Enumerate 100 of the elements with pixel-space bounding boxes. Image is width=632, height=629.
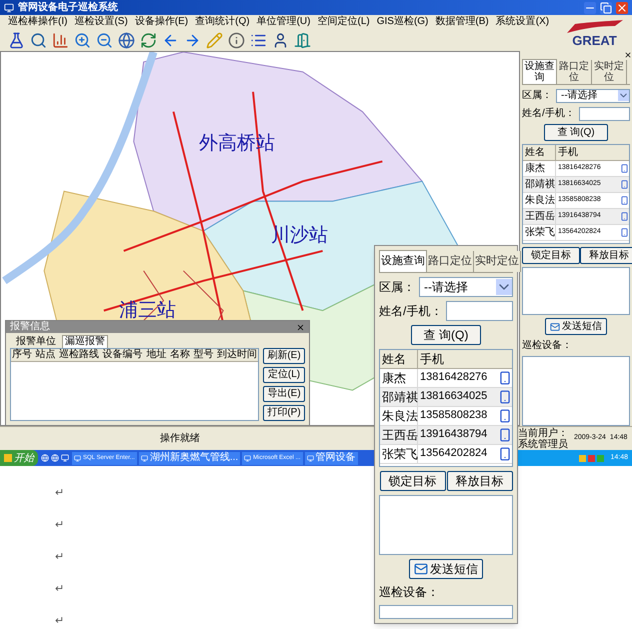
close-icon[interactable] — [296, 322, 305, 332]
window-icon — [74, 454, 81, 462]
district-select[interactable]: --请选择 — [419, 276, 513, 296]
device-label: 巡检设备： — [379, 584, 440, 600]
name-cell: 王西岳 — [523, 209, 556, 224]
phone-icon[interactable] — [498, 408, 512, 422]
refresh-icon[interactable] — [140, 32, 157, 48]
menu-item[interactable]: 单位管理(U) — [256, 17, 310, 27]
dialog-button[interactable]: 定位(L) — [263, 367, 305, 383]
query-button[interactable]: 查 询(Q) — [544, 124, 608, 141]
phone-icon[interactable] — [620, 228, 629, 237]
dropdown-icon — [496, 278, 512, 294]
menu-item[interactable]: 巡检棒操作(I) — [8, 17, 68, 27]
flask-icon[interactable] — [8, 32, 25, 48]
quick-launch-icon[interactable] — [51, 454, 59, 462]
search-icon[interactable] — [30, 32, 47, 48]
phone-icon[interactable] — [498, 446, 512, 460]
panel-tab[interactable]: 路口定位 — [427, 251, 474, 272]
phone-icon[interactable] — [620, 180, 629, 189]
phone-icon[interactable] — [620, 196, 629, 205]
menu-item[interactable]: 数据管理(B) — [435, 17, 489, 27]
globe-icon[interactable] — [118, 32, 135, 48]
name-cell: 张荣飞 — [523, 225, 556, 240]
dialog-tab[interactable]: 报警单位 — [14, 335, 58, 348]
phone-cell-text: 13585808238 — [419, 408, 488, 424]
phone-cell-text: 13564202824 — [419, 446, 488, 462]
message-field[interactable] — [379, 494, 513, 554]
send-sms-button[interactable]: 发送短信 — [409, 558, 483, 578]
phone-icon[interactable] — [498, 390, 512, 404]
panel-tab[interactable]: 实时定位 — [474, 251, 521, 272]
phone-cell-text: 13816428276 — [419, 370, 488, 386]
info-icon[interactable] — [228, 32, 245, 48]
phone-icon[interactable] — [620, 212, 629, 221]
column-header: 手机 — [557, 146, 579, 160]
column-header: 地址 — [145, 349, 168, 361]
menu-item[interactable]: GIS巡检(G) — [376, 17, 428, 27]
window-icon — [244, 454, 252, 462]
minimize-button[interactable] — [584, 2, 596, 14]
window-icon — [140, 454, 148, 462]
paragraph-mark: ↵ — [55, 486, 64, 500]
name-cell: 邵靖祺 — [380, 388, 418, 406]
zoom-in-icon[interactable] — [74, 32, 91, 48]
column-header: 站点 — [34, 349, 57, 361]
column-header: 型号 — [192, 349, 214, 361]
dialog-button[interactable]: 导出(E) — [263, 386, 305, 402]
panel-tab[interactable]: 实时定位 — [592, 60, 627, 84]
menu-item[interactable]: 系统设置(X) — [496, 17, 550, 27]
menu-item[interactable]: 设备操作(E) — [134, 17, 188, 27]
start-button[interactable]: 开始 — [0, 450, 38, 466]
dialog-button[interactable]: 刷新(E) — [263, 348, 305, 364]
release-target-button[interactable]: 释放目标 — [446, 470, 512, 490]
bar-chart-icon[interactable] — [52, 32, 69, 48]
close-icon[interactable] — [624, 51, 632, 59]
name-phone-label: 姓名/手机： — [379, 302, 442, 320]
quick-launch-icon[interactable] — [41, 454, 49, 462]
column-header: 名称 — [168, 349, 191, 361]
panel-tab[interactable]: 设施查询 — [379, 250, 427, 272]
window-icon — [306, 454, 314, 462]
dialog-title: 报警信息 — [10, 322, 50, 332]
dropdown-icon — [618, 90, 629, 101]
message-field[interactable] — [522, 267, 630, 315]
lock-target-button[interactable]: 锁定目标 — [380, 470, 446, 490]
taskbar-task[interactable]: 管网设备 — [304, 452, 358, 464]
menu-item[interactable]: 巡检设置(S) — [74, 17, 128, 27]
name-cell: 朱良法 — [523, 193, 556, 208]
dialog-button[interactable]: 打印(P) — [263, 405, 305, 421]
name-cell: 张荣飞 — [380, 444, 418, 462]
panel-tab[interactable]: 路口定位 — [557, 60, 592, 84]
paragraph-mark: ↵ — [55, 518, 64, 532]
menu-item[interactable]: 空间定位(L) — [317, 17, 370, 27]
name-cell: 邵靖祺 — [523, 177, 556, 192]
phone-icon[interactable] — [498, 428, 512, 442]
restore-button[interactable] — [600, 2, 612, 14]
column-header: 姓名 — [380, 350, 418, 368]
name-phone-field[interactable] — [578, 106, 630, 120]
phone-icon[interactable] — [620, 164, 629, 173]
menu-item[interactable]: 查询统计(Q) — [195, 17, 250, 27]
logo-swoosh-icon — [564, 20, 625, 34]
paragraph-mark: ↵ — [55, 614, 64, 628]
name-phone-field[interactable] — [446, 300, 513, 320]
close-button[interactable] — [616, 2, 628, 14]
current-user: 当前用户：系统管理员 — [518, 428, 569, 450]
taskbar-task[interactable]: 湖州新奥燃气管线... — [138, 452, 240, 464]
send-sms-button[interactable]: 发送短信 — [545, 318, 607, 335]
zoom-out-icon[interactable] — [96, 32, 113, 48]
user-icon[interactable] — [272, 32, 289, 48]
column-header: 姓名 — [523, 145, 556, 160]
app-icon — [4, 2, 14, 12]
logo-text: GREAT — [572, 34, 617, 46]
lock-target-button[interactable]: 锁定目标 — [522, 247, 580, 264]
dialog-tab[interactable]: 漏巡报警 — [62, 335, 108, 348]
paragraph-mark: ↵ — [55, 550, 64, 564]
exit-door-icon[interactable] — [294, 32, 311, 48]
name-cell: 朱良法 — [380, 406, 418, 424]
phone-icon[interactable] — [498, 370, 512, 384]
query-button[interactable]: 查 询(Q) — [410, 324, 482, 344]
panel-tab[interactable]: 设施查询 — [522, 59, 557, 84]
quick-launch-icon[interactable] — [61, 454, 69, 462]
district-select[interactable]: --请选择 — [556, 88, 630, 102]
release-target-button[interactable]: 释放目标 — [580, 247, 632, 264]
